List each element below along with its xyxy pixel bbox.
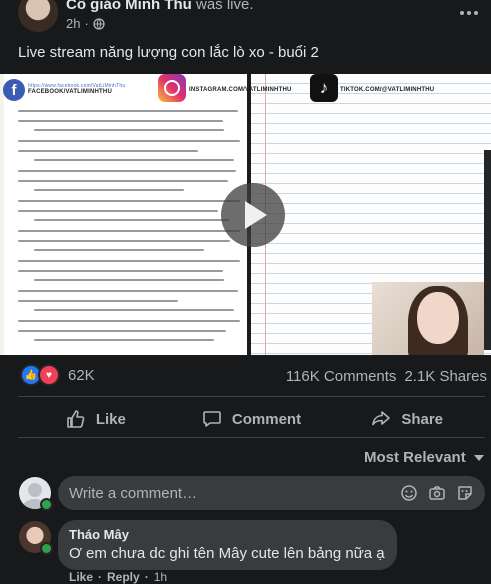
author-status: was live. [195,0,254,13]
comment-time[interactable]: 1h [154,570,167,584]
comment-reply-link[interactable]: Reply [107,570,140,584]
caret-down-icon [473,454,484,461]
comments-count[interactable]: 116K Comments [286,368,397,385]
tiktok-banner-text: TIKTOK.COM/@VATLIMINHTHU [340,87,435,93]
divider [18,437,485,438]
post-meta: 2h · [66,16,105,31]
video-player[interactable]: f https://www.facebook.com/VatLiMinhThu … [0,74,491,355]
post-actions: Like Comment Share [18,402,485,436]
online-status-indicator [40,498,53,511]
like-button[interactable]: Like [18,402,174,436]
sort-label: Most Relevant [364,449,466,466]
thumbs-up-icon [67,410,85,428]
love-reaction-icon: ♥ [38,364,60,386]
share-icon [372,411,391,426]
tiktok-icon: ♪ [310,74,338,102]
scrollbar[interactable] [484,150,491,350]
comment-sort-dropdown[interactable]: Most Relevant [364,449,484,466]
instagram-icon [158,74,186,102]
instagram-banner: INSTAGRAM.COM/VATLIMINHTHU [189,77,292,103]
share-label: Share [401,410,444,428]
emoji-icon[interactable] [395,479,423,507]
sticker-icon[interactable] [451,479,479,507]
share-button[interactable]: Share [329,402,485,436]
more-options-icon[interactable] [458,4,480,22]
globe-icon [93,17,105,30]
post-stats: 116K Comments 2.1K Shares [286,368,487,385]
reaction-count[interactable]: 62K [68,367,95,384]
facebook-banner-text: FACEBOOK/VATLIMINHTHU [28,89,112,95]
post-caption: Live stream năng lượng con lắc lò xo - b… [18,44,319,61]
post-time[interactable]: 2h [66,16,80,31]
divider [18,396,485,397]
author-avatar[interactable] [18,0,58,32]
shares-count[interactable]: 2.1K Shares [404,368,487,385]
online-status-indicator [40,542,53,555]
comment-input[interactable] [58,483,395,503]
comment-like-link[interactable]: Like [69,570,93,584]
webcam-overlay [372,282,484,355]
comment-actions: Like · Reply · 1h [69,570,168,584]
like-label: Like [95,410,126,428]
play-button[interactable] [221,183,285,247]
tiktok-banner: TIKTOK.COM/@VATLIMINHTHU [340,77,434,103]
comment-bubble: Tháo Mây Ơ em chưa dc ghi tên Mây cute l… [58,520,397,570]
comment-icon [203,411,221,427]
worksheet-left [4,74,247,355]
comment-composer [58,476,485,510]
post-author-line: Cô giáo Minh Thu was live. [66,0,254,13]
author-name[interactable]: Cô giáo Minh Thu [66,0,192,13]
comment-label: Comment [231,410,302,428]
facebook-banner: https://www.facebook.com/VatLiMinhThu FA… [28,76,125,102]
instagram-banner-text: INSTAGRAM.COM/VATLIMINHTHU [189,87,292,93]
reaction-summary[interactable]: 👍 ♥ 62K [20,364,95,386]
comment-button[interactable]: Comment [174,402,330,436]
comment-text: Ơ em chưa dc ghi tên Mây cute lên bảng n… [69,545,385,562]
facebook-icon: f [3,79,25,101]
commenter-name[interactable]: Tháo Mây [69,527,385,542]
camera-icon[interactable] [423,479,451,507]
